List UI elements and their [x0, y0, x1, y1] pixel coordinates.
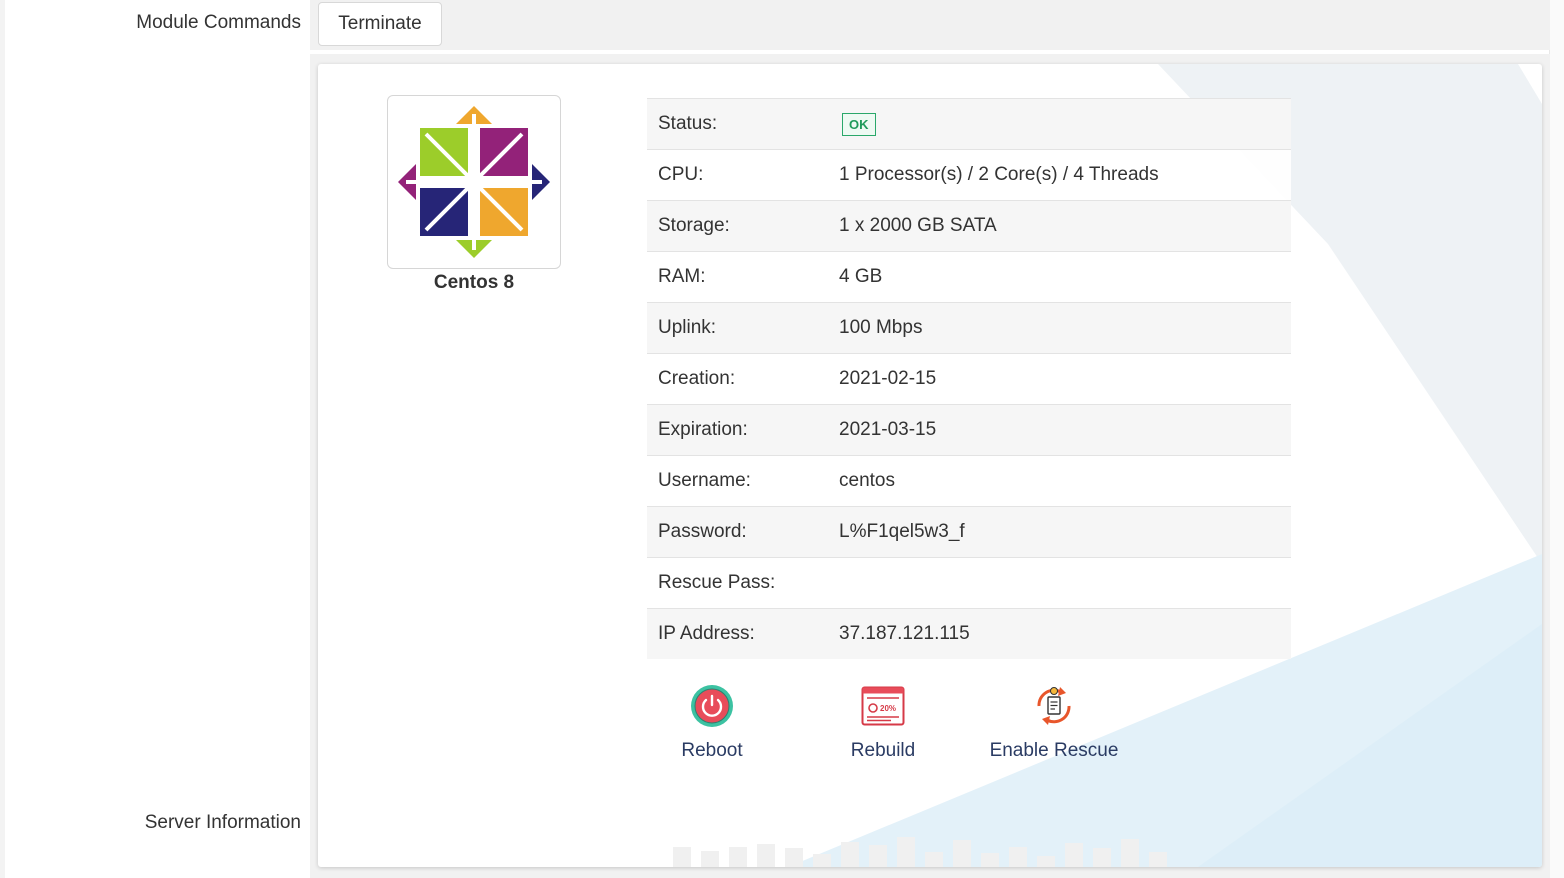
detail-label: Storage: — [647, 200, 839, 252]
table-row: Creation: 2021-02-15 — [647, 353, 1291, 405]
page-scrollbar[interactable] — [1549, 0, 1564, 878]
detail-label: Password: — [647, 506, 839, 558]
detail-value: 1 Processor(s) / 2 Core(s) / 4 Threads — [839, 149, 1291, 201]
detail-label: IP Address: — [647, 608, 839, 659]
detail-value: centos — [839, 455, 1291, 507]
server-details-table: Status: OK CPU: 1 Processor(s) / 2 Core(… — [647, 98, 1291, 659]
table-row: Expiration: 2021-03-15 — [647, 404, 1291, 456]
detail-label: Status: — [647, 98, 839, 150]
enable-rescue-button[interactable]: Enable Rescue — [969, 682, 1139, 762]
table-row: CPU: 1 Processor(s) / 2 Core(s) / 4 Thre… — [647, 149, 1291, 201]
detail-label: Uplink: — [647, 302, 839, 354]
detail-value: 100 Mbps — [839, 302, 1291, 354]
reboot-button[interactable]: Reboot — [627, 682, 797, 762]
module-commands-row: Terminate — [310, 0, 1550, 50]
detail-value: OK — [839, 98, 1291, 150]
status-badge: OK — [842, 112, 876, 136]
detail-label: Creation: — [647, 353, 839, 405]
detail-value: 1 x 2000 GB SATA — [839, 200, 1291, 252]
table-row: Storage: 1 x 2000 GB SATA — [647, 200, 1291, 252]
detail-label: Expiration: — [647, 404, 839, 456]
detail-label: CPU: — [647, 149, 839, 201]
server-info-panel: Centos 8 Status: OK CPU: 1 Processor(s) … — [318, 64, 1542, 867]
detail-value: 2021-02-15 — [839, 353, 1291, 405]
table-row: Rescue Pass: — [647, 557, 1291, 609]
table-row: Uplink: 100 Mbps — [647, 302, 1291, 354]
rebuild-label: Rebuild — [850, 740, 916, 761]
detail-label: Username: — [647, 455, 839, 507]
enable-rescue-label: Enable Rescue — [989, 740, 1119, 761]
centos-logo-icon — [398, 106, 550, 258]
terminate-button[interactable]: Terminate — [318, 2, 442, 46]
table-row: Username: centos — [647, 455, 1291, 507]
power-icon — [691, 685, 733, 727]
os-logo-box — [387, 95, 561, 269]
table-row: Status: OK — [647, 98, 1291, 150]
table-row: Password: L%F1qel5w3_f — [647, 506, 1291, 558]
reboot-label: Reboot — [681, 740, 743, 761]
table-row: RAM: 4 GB — [647, 251, 1291, 303]
os-name: Centos 8 — [433, 272, 515, 293]
detail-value — [839, 557, 1291, 609]
server-information-label: Server Information — [144, 812, 301, 833]
rescue-cycle-icon — [1037, 687, 1071, 725]
rebuild-button[interactable]: 20% Rebuild — [798, 682, 968, 762]
server-information-section: Centos 8 Status: OK CPU: 1 Processor(s) … — [310, 54, 1550, 878]
detail-value: L%F1qel5w3_f — [839, 506, 1291, 558]
module-commands-label: Module Commands — [136, 12, 301, 33]
detail-value: 37.187.121.115 — [839, 608, 1291, 659]
table-row: IP Address: 37.187.121.115 — [647, 608, 1291, 659]
detail-label: RAM: — [647, 251, 839, 303]
rebuild-progress-icon: 20% — [861, 686, 905, 726]
detail-value: 4 GB — [839, 251, 1291, 303]
left-edge — [0, 0, 5, 878]
detail-label: Rescue Pass: — [647, 557, 839, 609]
svg-text:20%: 20% — [880, 704, 896, 713]
detail-value: 2021-03-15 — [839, 404, 1291, 456]
